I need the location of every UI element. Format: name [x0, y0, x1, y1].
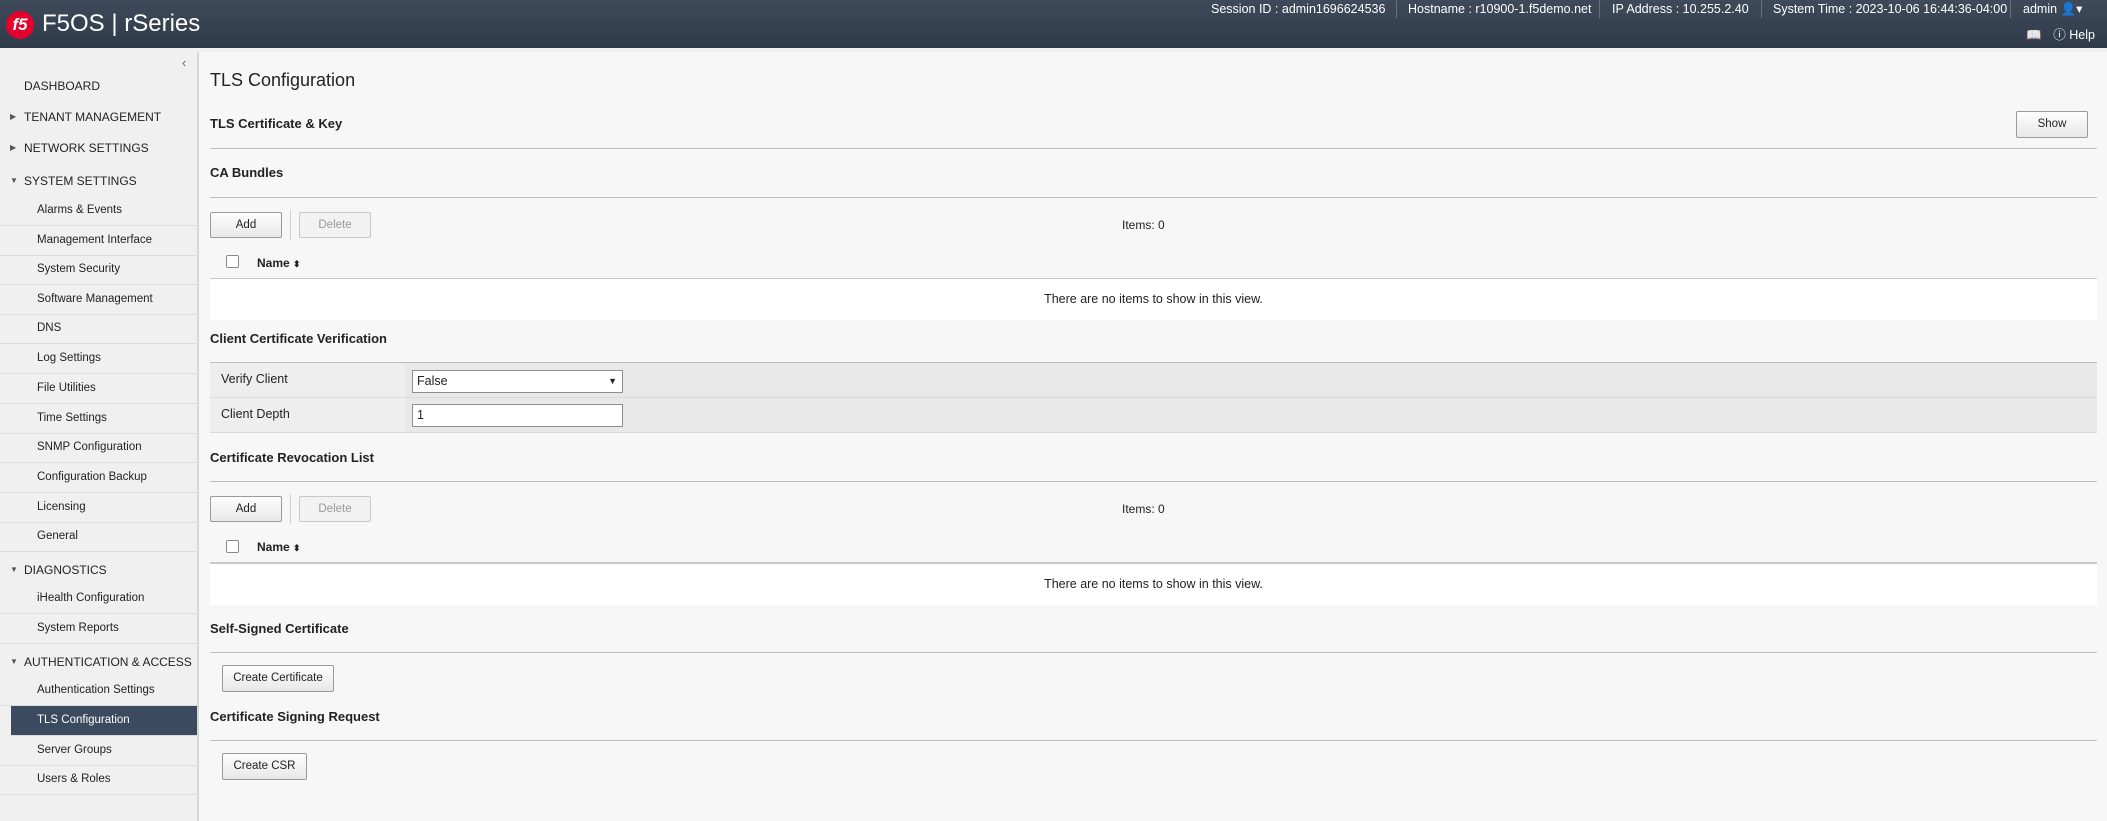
crl-items-count: Items: 0: [1122, 502, 1165, 516]
help-label: Help: [2069, 28, 2095, 42]
show-button[interactable]: Show: [2016, 111, 2088, 138]
docs-book-icon[interactable]: 📖: [2026, 28, 2042, 42]
nav-label: SYSTEM SETTINGS: [24, 174, 137, 188]
crl-empty-message: There are no items to show in this view.: [210, 564, 2097, 605]
create-certificate-button[interactable]: Create Certificate: [222, 665, 334, 692]
collapse-sidebar-icon[interactable]: ‹: [182, 55, 186, 70]
ca-items-count: Items: 0: [1122, 218, 1165, 232]
verify-client-cell: [405, 363, 2097, 397]
nav-file-utilities[interactable]: File Utilities: [0, 374, 197, 404]
column-label: Name: [257, 256, 290, 270]
crl-select-all-checkbox[interactable]: [226, 540, 239, 553]
nav-diagnostics[interactable]: ▼ DIAGNOSTICS: [0, 562, 197, 578]
nav-label: DIAGNOSTICS: [24, 563, 107, 577]
create-csr-button[interactable]: Create CSR: [222, 753, 307, 780]
nav-users-roles[interactable]: Users & Roles: [0, 765, 197, 795]
nav-management-interface[interactable]: Management Interface: [0, 226, 197, 256]
client-depth-label: Client Depth: [221, 407, 290, 421]
caret-down-icon: ▼: [10, 176, 18, 185]
verify-client-select[interactable]: False ▼: [412, 370, 623, 393]
nav-system-reports[interactable]: System Reports: [0, 614, 197, 644]
caret-down-icon: ▼: [10, 565, 18, 574]
nav-log-settings[interactable]: Log Settings: [0, 344, 197, 374]
app-title: F5OS | rSeries: [42, 10, 201, 37]
section-rule: [210, 652, 2097, 653]
caret-right-icon: ▶: [10, 112, 17, 121]
client-depth-cell: [405, 398, 2097, 432]
caret-down-icon: ▼: [10, 657, 18, 666]
nav-label: TENANT MANAGEMENT: [24, 110, 162, 124]
nav-tenant-management[interactable]: ▶ TENANT MANAGEMENT: [0, 109, 197, 125]
column-label: Name: [257, 540, 290, 554]
page-title: TLS Configuration: [210, 70, 356, 90]
crl-name-column-header[interactable]: Name ⬍: [257, 540, 301, 554]
hostname: Hostname : r10900-1.f5demo.net: [1408, 2, 1592, 16]
section-rule: [210, 148, 2097, 149]
section-rule: [210, 197, 2097, 198]
f5-logo[interactable]: f5: [6, 11, 34, 39]
nav-system-settings[interactable]: ▼ SYSTEM SETTINGS: [0, 173, 197, 189]
nav-licensing[interactable]: Licensing: [0, 493, 197, 523]
help-link[interactable]: ⓘ Help: [2053, 28, 2095, 42]
nav-dns[interactable]: DNS: [0, 314, 197, 344]
header-divider: [2010, 0, 2011, 18]
ca-bundles-heading: CA Bundles: [210, 165, 284, 180]
nav-software-management[interactable]: Software Management: [0, 285, 197, 315]
crl-delete-button[interactable]: Delete: [299, 496, 371, 522]
nav-dashboard[interactable]: DASHBOARD: [0, 78, 197, 94]
toolbar-separator: [290, 210, 291, 240]
nav-label: AUTHENTICATION & ACCESS: [24, 655, 192, 669]
nav-ihealth-configuration[interactable]: iHealth Configuration: [0, 584, 197, 614]
header-divider: [1396, 0, 1397, 18]
session-id: Session ID : admin1696624536: [1211, 2, 1386, 16]
top-header: f5 F5OS | rSeries Session ID : admin1696…: [0, 0, 2107, 48]
ip-address: IP Address : 10.255.2.40: [1612, 2, 1749, 16]
nav-server-groups[interactable]: Server Groups: [0, 736, 197, 766]
sort-icon: ⬍: [293, 543, 301, 553]
system-time: System Time : 2023-10-06 16:44:36-04:00: [1773, 2, 2008, 16]
ca-select-all-checkbox[interactable]: [226, 255, 239, 268]
nav-general[interactable]: General: [0, 522, 197, 552]
nav-system-security[interactable]: System Security: [0, 255, 197, 285]
ca-delete-button[interactable]: Delete: [299, 212, 371, 238]
crl-heading: Certificate Revocation List: [210, 450, 374, 465]
verify-client-label: Verify Client: [221, 372, 288, 386]
toolbar-separator: [290, 494, 291, 524]
crl-add-button[interactable]: Add: [210, 496, 282, 522]
ca-name-column-header[interactable]: Name ⬍: [257, 256, 301, 270]
header-divider: [1599, 0, 1600, 18]
verify-client-value: False: [417, 374, 448, 388]
section-rule: [210, 740, 2097, 741]
nav-alarms-events[interactable]: Alarms & Events: [0, 196, 197, 226]
client-depth-input[interactable]: 1: [412, 404, 623, 427]
nav-authentication-settings[interactable]: Authentication Settings: [0, 676, 197, 706]
nav-snmp-configuration[interactable]: SNMP Configuration: [0, 433, 197, 463]
question-circle-icon: ⓘ: [2053, 28, 2066, 42]
nav-label: NETWORK SETTINGS: [24, 141, 149, 155]
help-area: 📖 ⓘ Help: [2026, 27, 2095, 43]
section-rule: [210, 481, 2097, 482]
ca-add-button[interactable]: Add: [210, 212, 282, 238]
user-menu[interactable]: admin 👤▾: [2023, 1, 2082, 17]
client-verify-heading: Client Certificate Verification: [210, 331, 387, 346]
user-icon: 👤▾: [2060, 2, 2083, 16]
tls-cert-heading: TLS Certificate & Key: [210, 116, 343, 131]
caret-right-icon: ▶: [10, 143, 17, 152]
csr-heading: Certificate Signing Request: [210, 709, 380, 724]
nav-network-settings[interactable]: ▶ NETWORK SETTINGS: [0, 140, 197, 156]
ca-empty-message: There are no items to show in this view.: [210, 279, 2097, 320]
nav-configuration-backup[interactable]: Configuration Backup: [0, 463, 197, 493]
main-content: [199, 52, 2107, 821]
header-divider: [1761, 0, 1762, 18]
self-signed-heading: Self-Signed Certificate: [210, 621, 349, 636]
nav-time-settings[interactable]: Time Settings: [0, 404, 197, 434]
dropdown-arrow-icon: ▼: [608, 376, 617, 386]
nav-tls-configuration[interactable]: TLS Configuration: [11, 706, 197, 736]
nav-authentication-access[interactable]: ▼ AUTHENTICATION & ACCESS: [0, 654, 197, 670]
user-name: admin: [2023, 2, 2058, 16]
sort-icon: ⬍: [293, 259, 301, 269]
